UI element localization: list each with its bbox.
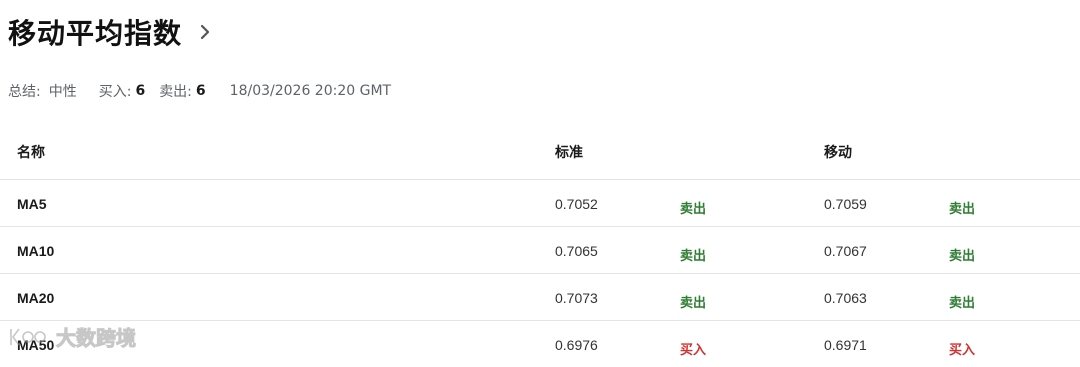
- standard-value: 0.7073: [555, 290, 598, 306]
- table-row: MA50 0.6976 买入 0.6971 买入: [0, 321, 1080, 367]
- sell-count: 6: [195, 83, 206, 99]
- table-header: 名称 标准 移动: [0, 126, 1080, 180]
- chevron-right-icon[interactable]: [196, 22, 214, 42]
- table-row: MA10 0.7065 卖出 0.7067 卖出: [0, 227, 1080, 274]
- summary-buy: 买入: 6: [99, 81, 145, 101]
- moving-value: 0.7067: [824, 243, 867, 259]
- column-header-moving: 移动: [824, 145, 852, 161]
- standard-signal: 卖出: [680, 296, 707, 311]
- page-header: 移动平均指数: [8, 12, 214, 52]
- row-name: MA20: [17, 290, 55, 306]
- standard-signal: 卖出: [680, 249, 707, 264]
- moving-signal: 卖出: [949, 202, 976, 217]
- moving-signal: 卖出: [949, 249, 976, 264]
- row-name: MA5: [17, 196, 47, 212]
- standard-value: 0.6976: [555, 337, 598, 353]
- standard-value: 0.7052: [555, 196, 598, 212]
- summary-overall: 总结: 中性: [8, 81, 77, 101]
- table-row: MA5 0.7052 卖出 0.7059 卖出: [0, 180, 1080, 227]
- summary-value: 中性: [48, 84, 77, 100]
- moving-average-table: 名称 标准 移动 MA5 0.7052 卖出 0.7059 卖出 MA10 0.…: [0, 126, 1080, 367]
- sell-label: 卖出:: [159, 84, 192, 100]
- summary-label: 总结:: [8, 84, 41, 100]
- standard-signal: 买入: [680, 343, 707, 358]
- buy-label: 买入:: [98, 84, 132, 100]
- row-name: MA10: [17, 243, 55, 259]
- summary-sell: 卖出: 6: [159, 81, 205, 101]
- row-name: MA50: [17, 337, 55, 353]
- moving-value: 0.7063: [824, 290, 867, 306]
- standard-signal: 卖出: [680, 202, 707, 217]
- moving-value: 0.6971: [824, 337, 867, 353]
- column-header-standard: 标准: [555, 145, 583, 161]
- standard-value: 0.7065: [555, 243, 598, 259]
- moving-signal: 买入: [949, 343, 976, 358]
- column-header-name: 名称: [17, 144, 45, 160]
- page-title: 移动平均指数: [8, 17, 183, 50]
- moving-signal: 卖出: [949, 296, 976, 311]
- moving-value: 0.7059: [824, 196, 867, 212]
- table-row: MA20 0.7073 卖出 0.7063 卖出: [0, 274, 1080, 321]
- summary-timestamp: 18/03/2026 20:20 GMT: [229, 83, 392, 99]
- summary-bar: 总结: 中性 买入: 6 卖出: 6 18/03/2026 20:20 GMT: [8, 81, 391, 101]
- buy-count: 6: [135, 83, 146, 99]
